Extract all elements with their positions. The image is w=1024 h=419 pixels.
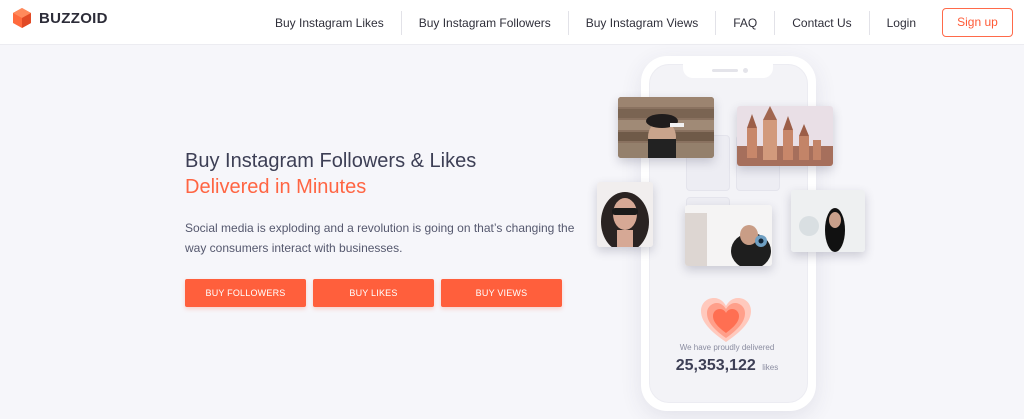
nav-faq[interactable]: FAQ — [716, 12, 774, 34]
brand-name: BUZZOID — [39, 9, 108, 27]
main-nav: Buy Instagram Likes Buy Instagram Follow… — [258, 0, 1024, 45]
cube-logo-icon — [13, 8, 31, 28]
delivered-number: 25,353,122 — [675, 357, 756, 374]
phone-camera — [743, 68, 748, 73]
castle-photo — [737, 106, 833, 166]
hero-title-accent: Delivered in Minutes — [185, 176, 367, 198]
hero-title-main: Buy Instagram Followers & Likes — [185, 150, 477, 172]
delivered-unit: likes — [762, 363, 779, 372]
woman-hat-photo — [618, 97, 714, 158]
woman-dark-hair-photo — [791, 190, 865, 252]
phone-speaker — [712, 69, 738, 72]
nav-contact[interactable]: Contact Us — [775, 12, 868, 34]
buy-views-button[interactable]: BUY VIEWS — [441, 279, 562, 307]
nav-buy-likes[interactable]: Buy Instagram Likes — [258, 12, 401, 34]
nav-buy-followers[interactable]: Buy Instagram Followers — [402, 12, 568, 34]
heart-icon — [701, 298, 751, 342]
woman-glasses-photo — [597, 182, 653, 247]
brand-logo[interactable]: BUZZOID — [11, 7, 108, 29]
buy-followers-button[interactable]: BUY FOLLOWERS — [185, 279, 306, 307]
hero-title: Buy Instagram Followers & Likes Delivere… — [185, 148, 476, 200]
woman-eye-photo — [685, 205, 772, 266]
hero-description: Social media is exploding and a revoluti… — [185, 221, 575, 255]
nav-buy-views[interactable]: Buy Instagram Views — [569, 12, 716, 34]
site-header: BUZZOID Buy Instagram Likes Buy Instagra… — [0, 0, 1024, 45]
nav-login[interactable]: Login — [870, 12, 933, 34]
delivered-count: 25,353,122 likes — [664, 357, 790, 375]
delivered-label: We have proudly delivered — [679, 343, 775, 352]
signup-button[interactable]: Sign up — [942, 8, 1013, 37]
buy-likes-button[interactable]: BUY LIKES — [313, 279, 434, 307]
cta-button-group: BUY FOLLOWERS BUY LIKES BUY VIEWS — [185, 279, 569, 307]
